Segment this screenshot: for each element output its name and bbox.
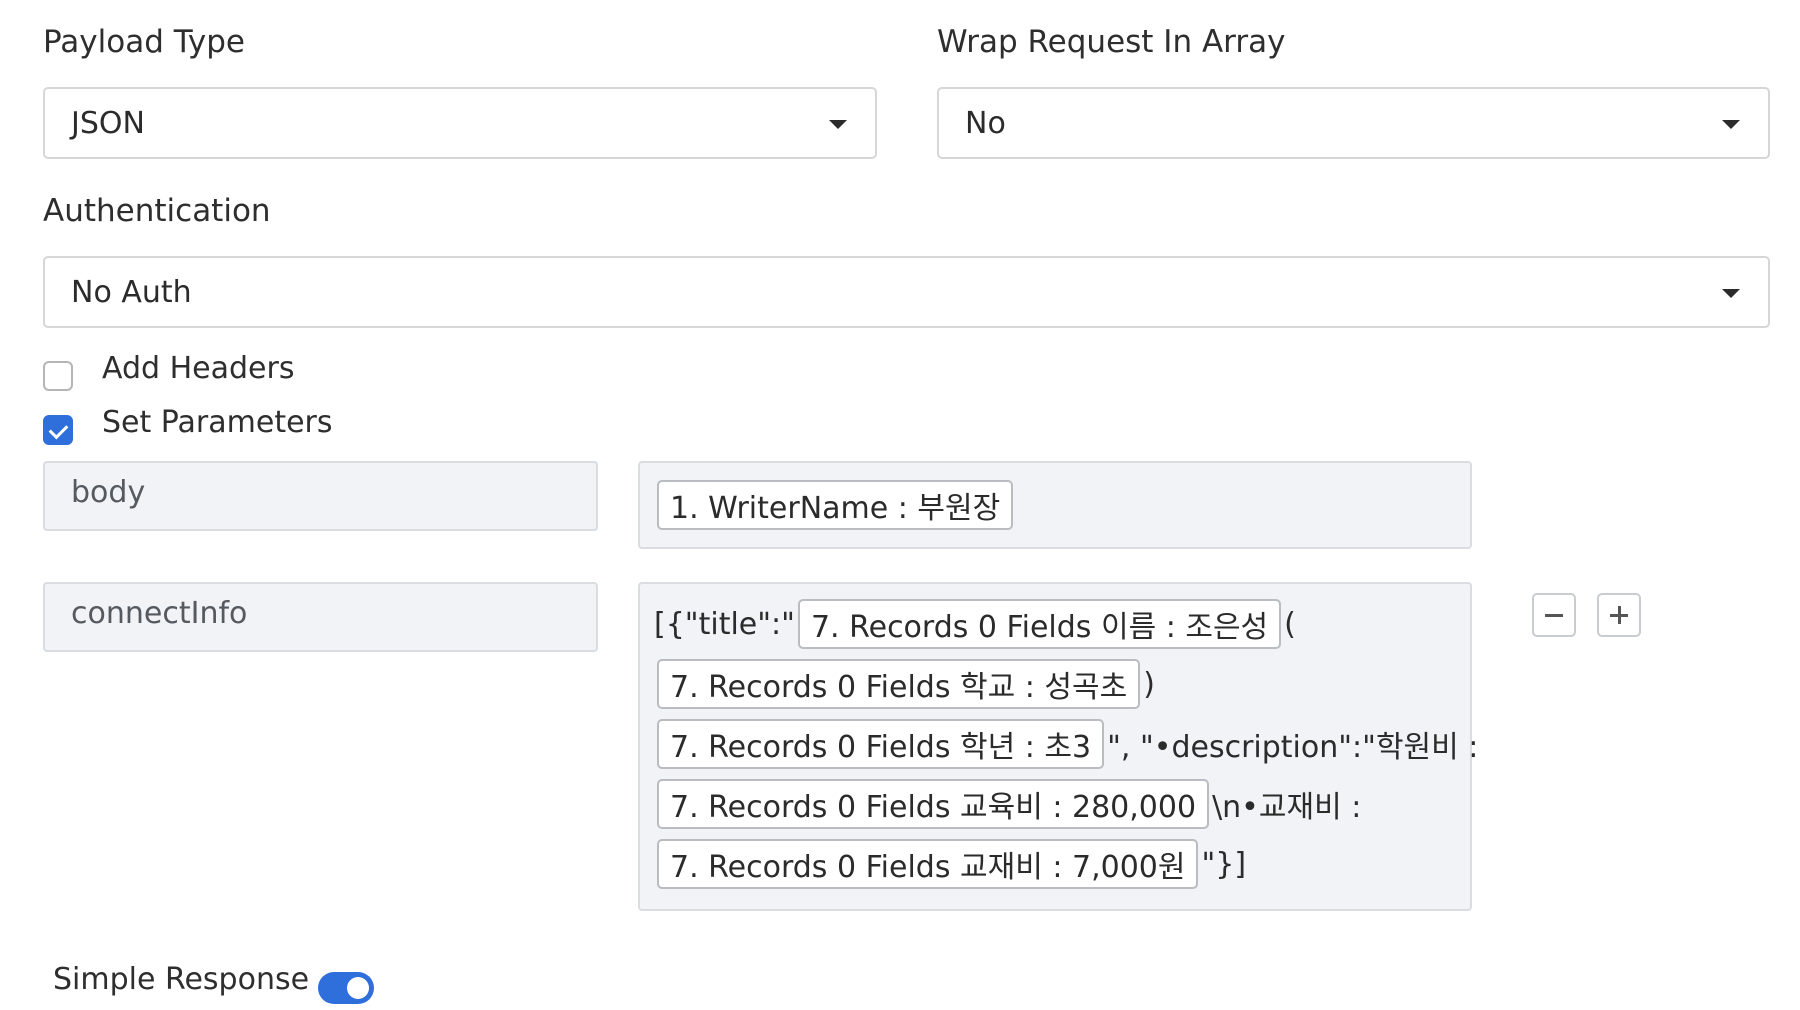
- field-token[interactable]: 1. WriterName : 부원장: [657, 480, 1014, 530]
- wrap-request-value: No: [965, 105, 1006, 141]
- simple-response-toggle[interactable]: [318, 972, 374, 1004]
- payload-type-select[interactable]: JSON: [43, 87, 877, 159]
- add-parameter-button[interactable]: [1597, 593, 1641, 637]
- field-token[interactable]: 7. Records 0 Fields 학교 : 성곡초: [657, 659, 1141, 709]
- literal-text: \n•교재비 :: [1212, 790, 1362, 825]
- set-parameters-label[interactable]: Set Parameters: [102, 405, 333, 440]
- remove-parameter-button[interactable]: [1532, 593, 1576, 637]
- payload-type-label: Payload Type: [43, 24, 245, 60]
- toggle-knob: [347, 977, 369, 999]
- literal-text: ", "•description":"학원비 :: [1107, 730, 1479, 765]
- param-value-line: 7. Records 0 Fields 학년 : 초3 ", "•descrip…: [654, 718, 1478, 770]
- authentication-label: Authentication: [43, 193, 271, 229]
- field-token[interactable]: 7. Records 0 Fields 교육비 : 280,000: [657, 779, 1210, 829]
- check-icon: [48, 419, 69, 440]
- authentication-value: No Auth: [71, 274, 192, 310]
- field-token[interactable]: 7. Records 0 Fields 교재비 : 7,000원: [657, 839, 1199, 889]
- authentication-select[interactable]: No Auth: [43, 256, 1770, 328]
- param-key-input[interactable]: connectInfo: [43, 582, 598, 652]
- caret-down-icon: [1722, 289, 1740, 298]
- param-value-line: 7. Records 0 Fields 교재비 : 7,000원 "}]: [654, 838, 1246, 890]
- payload-type-value: JSON: [71, 105, 145, 141]
- simple-response-label: Simple Response: [53, 962, 310, 997]
- param-value-line: 7. Records 0 Fields 교육비 : 280,000 \n•교재비…: [654, 778, 1361, 830]
- field-token[interactable]: 7. Records 0 Fields 이름 : 조은성: [797, 599, 1282, 649]
- param-value-input[interactable]: 1. WriterName : 부원장: [638, 461, 1472, 549]
- wrap-request-select[interactable]: No: [937, 87, 1770, 159]
- literal-text: [{"title":": [654, 606, 795, 642]
- param-value-line: [{"title":" 7. Records 0 Fields 이름 : 조은성…: [654, 598, 1296, 650]
- add-headers-label[interactable]: Add Headers: [102, 351, 294, 386]
- add-headers-checkbox[interactable]: [43, 361, 73, 391]
- caret-down-icon: [1722, 120, 1740, 129]
- caret-down-icon: [829, 120, 847, 129]
- param-key-input[interactable]: body: [43, 461, 598, 531]
- param-value-input[interactable]: [{"title":" 7. Records 0 Fields 이름 : 조은성…: [638, 582, 1478, 911]
- literal-text: "}]: [1201, 846, 1247, 882]
- param-value-line: 1. WriterName : 부원장: [654, 479, 1016, 531]
- set-parameters-checkbox[interactable]: [43, 415, 73, 445]
- field-token[interactable]: 7. Records 0 Fields 학년 : 초3: [657, 719, 1105, 769]
- wrap-request-label: Wrap Request In Array: [937, 24, 1286, 60]
- literal-text: (: [1284, 606, 1296, 642]
- param-value-line: 7. Records 0 Fields 학교 : 성곡초 ): [654, 658, 1155, 710]
- literal-text: ): [1143, 666, 1155, 702]
